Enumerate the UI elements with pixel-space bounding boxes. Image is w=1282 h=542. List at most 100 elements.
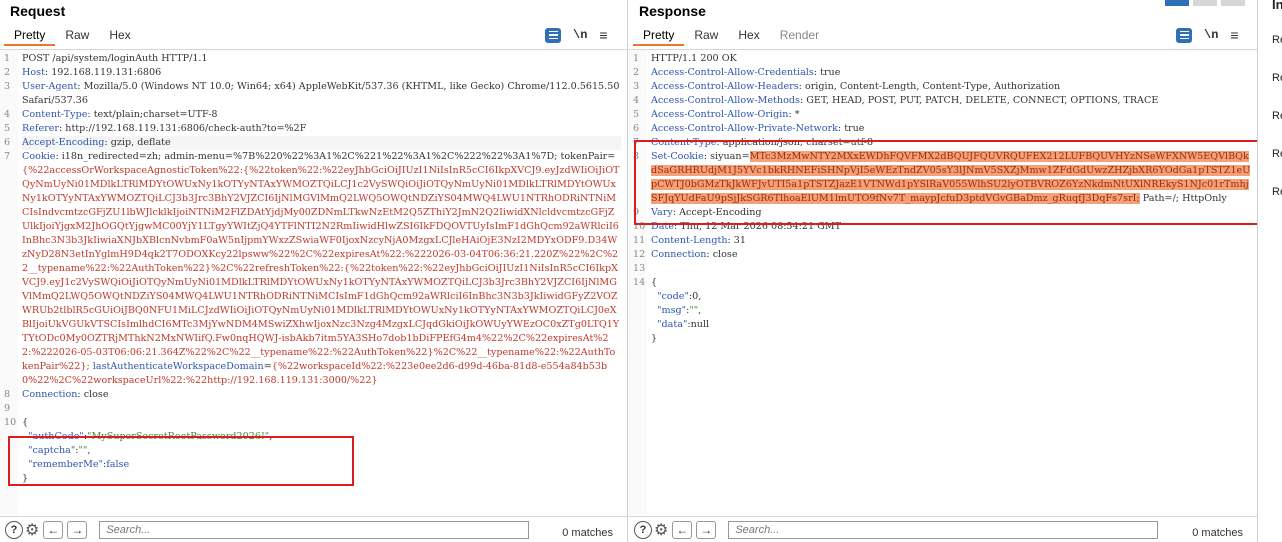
code-token: : Mozilla/5.0 (Windows NT 10.0; Win64; x… xyxy=(22,81,623,106)
code-line[interactable]: { xyxy=(22,416,621,430)
code-line[interactable]: Access-Control-Allow-Origin: * xyxy=(651,108,1251,122)
arrow-right-icon[interactable]: → xyxy=(696,520,717,539)
code-token: { xyxy=(651,277,658,288)
search-input[interactable]: Search... xyxy=(99,520,530,539)
code-token: "code" xyxy=(657,291,689,302)
code-token: HTTP/1.1 200 OK xyxy=(651,53,737,64)
code-line[interactable]: ​ xyxy=(651,262,1251,276)
request-code[interactable]: POST /api/system/loginAuth HTTP/1.1 Host:… xyxy=(22,52,621,486)
code-line[interactable]: HTTP/1.1 200 OK xyxy=(651,52,1251,66)
code-line[interactable]: Access-Control-Allow-Methods: GET, HEAD,… xyxy=(651,94,1251,108)
inspector-item[interactable]: Re xyxy=(1272,186,1282,198)
response-search-bar: ? ⚙ ← → Search... 0 matches xyxy=(629,516,1257,542)
code-line[interactable]: User-Agent: Mozilla/5.0 (Windows NT 10.0… xyxy=(22,80,621,108)
code-line[interactable]: Access-Control-Allow-Credentials: true xyxy=(651,66,1251,80)
code-line[interactable]: "code":0, xyxy=(651,290,1251,304)
line-number: 11 xyxy=(633,235,646,246)
code-line[interactable]: POST /api/system/loginAuth HTTP/1.1 xyxy=(22,52,621,66)
code-token: POST /api/system/loginAuth HTTP/1.1 xyxy=(22,53,208,64)
response-title: Response xyxy=(639,3,706,19)
code-line[interactable]: Access-Control-Allow-Headers: origin, Co… xyxy=(651,80,1251,94)
code-token: { xyxy=(22,417,29,428)
code-token: : 192.168.119.131:6806 xyxy=(44,67,162,78)
gear-icon[interactable]: ⚙ xyxy=(25,520,39,540)
inspector-item[interactable]: Re xyxy=(1272,110,1282,122)
header-name: Access-Control-Allow-Credentials xyxy=(651,67,814,78)
inspector-item[interactable]: Re xyxy=(1272,34,1282,46)
code-line[interactable]: Referer: http://192.168.119.131:6806/che… xyxy=(22,122,621,136)
highlight-box-set-cookie xyxy=(634,140,1257,225)
line-number: 4 xyxy=(4,109,11,120)
code-token: {%22accessOrWorkspaceAgnosticToken%22:{%… xyxy=(22,165,620,372)
response-editor[interactable]: HTTP/1.1 200 OK Access-Control-Allow-Cred… xyxy=(629,49,1257,516)
arrow-left-icon[interactable]: ← xyxy=(43,520,64,539)
inspector-pane: In Re Re Re Re Re xyxy=(1259,0,1282,542)
help-icon[interactable]: ? xyxy=(5,520,23,539)
line-number: 1 xyxy=(4,53,11,64)
tab-raw[interactable]: Raw xyxy=(684,26,728,46)
newline-toggle[interactable]: \n xyxy=(1204,28,1218,42)
code-line[interactable]: Access-Control-Allow-Private-Network: tr… xyxy=(651,122,1251,136)
wrap-lines-icon[interactable] xyxy=(1176,27,1192,43)
line-number: 4 xyxy=(633,95,640,106)
tab-raw[interactable]: Raw xyxy=(55,26,99,46)
gear-icon[interactable]: ⚙ xyxy=(654,520,668,540)
code-line[interactable]: "msg":"", xyxy=(651,304,1251,318)
response-pane: Response Pretty Raw Hex Render \n ≡ HTTP… xyxy=(629,0,1258,542)
code-token: : true xyxy=(837,123,865,134)
code-token: : gzip, deflate xyxy=(104,137,171,148)
code-line[interactable]: Content-Length: 31 xyxy=(651,234,1251,248)
help-icon[interactable]: ? xyxy=(634,520,652,539)
tab-render[interactable]: Render xyxy=(770,26,829,46)
code-line[interactable]: Host: 192.168.119.131:6806 xyxy=(22,66,621,80)
inspector-item[interactable]: Re xyxy=(1272,148,1282,160)
header-name: Referer xyxy=(22,123,59,134)
arrow-right-icon[interactable]: → xyxy=(67,520,88,539)
request-title: Request xyxy=(10,3,66,19)
header-name: User-Agent xyxy=(22,81,78,92)
header-name: Accept-Encoding xyxy=(22,137,105,148)
tab-hex[interactable]: Hex xyxy=(99,26,140,46)
newline-toggle[interactable]: \n xyxy=(573,28,587,42)
tab-pretty[interactable]: Pretty xyxy=(4,26,56,46)
tab-hex[interactable]: Hex xyxy=(728,26,769,46)
match-count: 0 matches xyxy=(562,527,613,539)
code-token: : GET, HEAD, POST, PUT, PATCH, DELETE, C… xyxy=(799,95,1159,106)
match-count: 0 matches xyxy=(1192,527,1243,539)
code-token: : origin, Content-Length, Content-Type, … xyxy=(798,81,1061,92)
code-line[interactable]: "data":null xyxy=(651,318,1251,332)
line-number: 13 xyxy=(633,263,646,274)
header-name: lastAuthenticateWorkspaceDomain xyxy=(92,361,264,372)
header-name: Access-Control-Allow-Headers xyxy=(651,81,799,92)
code-token: } xyxy=(651,333,658,344)
line-number: 5 xyxy=(633,109,640,120)
code-token: "data" xyxy=(657,319,688,330)
code-line[interactable]: Connection: close xyxy=(651,248,1251,262)
code-line[interactable]: { xyxy=(651,276,1251,290)
search-input[interactable]: Search... xyxy=(728,520,1159,539)
hamburger-menu-icon[interactable]: ≡ xyxy=(1230,27,1238,43)
code-token: , xyxy=(698,305,702,316)
wrap-lines-icon[interactable] xyxy=(545,27,561,43)
highlight-box-credentials xyxy=(8,436,354,486)
tab-pretty[interactable]: Pretty xyxy=(633,26,685,46)
header-name: Access-Control-Allow-Private-Network xyxy=(651,123,838,134)
line-number: 2 xyxy=(4,67,11,78)
code-line[interactable]: Content-Type: text/plain;charset=UTF-8 xyxy=(22,108,621,122)
header-name: Access-Control-Allow-Methods xyxy=(651,95,800,106)
code-token: :null xyxy=(687,319,710,330)
inspector-item[interactable]: Re xyxy=(1272,72,1282,84)
code-line[interactable]: Accept-Encoding: gzip, deflate xyxy=(22,136,621,150)
code-token: "" xyxy=(689,305,699,316)
code-line[interactable]: ​ xyxy=(22,402,621,416)
line-number: 6 xyxy=(4,137,11,148)
code-token: : close xyxy=(77,389,109,400)
header-name: Content-Type xyxy=(22,109,88,120)
hamburger-menu-icon[interactable]: ≡ xyxy=(599,27,607,43)
arrow-left-icon[interactable]: ← xyxy=(672,520,693,539)
code-line[interactable]: Cookie: i18n_redirected=zh; admin-menu=%… xyxy=(22,150,621,388)
layout-toggle[interactable] xyxy=(1165,0,1245,6)
line-number: 1 xyxy=(633,53,640,64)
code-line[interactable]: Connection: close xyxy=(22,388,621,402)
code-line[interactable]: } xyxy=(651,332,1251,346)
